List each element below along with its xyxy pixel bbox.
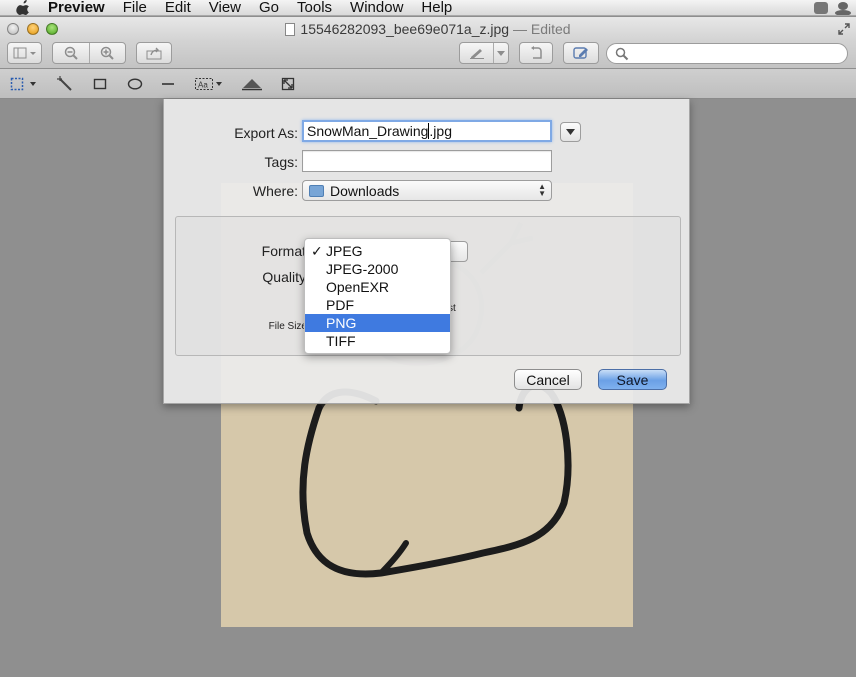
annotate-menu-segment[interactable] (493, 43, 508, 63)
window-title-bar: 15546282093_bee69e071a_z.jpg — Edited (0, 17, 856, 41)
format-option-label: PNG (326, 315, 357, 331)
document-title: 15546282093_bee69e071a_z.jpg — Edited (0, 21, 856, 37)
expand-dialog-button[interactable] (560, 122, 581, 142)
chevron-down-icon (566, 129, 575, 135)
zoom-in-icon (101, 46, 114, 60)
view-menu-button[interactable] (7, 42, 42, 64)
line-icon (162, 83, 174, 85)
format-option-label: JPEG-2000 (326, 261, 399, 277)
line-shape-button[interactable] (160, 76, 176, 92)
format-label: Format (261, 243, 306, 259)
menu-file[interactable]: File (114, 0, 156, 16)
rectangular-selection-icon (10, 77, 36, 91)
menu-edit[interactable]: Edit (156, 0, 200, 16)
fullscreen-icon[interactable] (838, 23, 850, 35)
zoom-out-button[interactable] (53, 43, 89, 63)
zoom-in-button[interactable] (88, 43, 126, 63)
sidebar-icon (13, 47, 36, 59)
save-button[interactable]: Save (598, 369, 667, 390)
folder-icon (309, 184, 324, 197)
document-filename: 15546282093_bee69e071a_z.jpg (300, 21, 510, 37)
menu-tools[interactable]: Tools (288, 0, 341, 16)
where-popup[interactable]: Downloads ▲ ▼ (302, 180, 552, 201)
format-option-label: JPEG (326, 243, 363, 259)
zoom-out-icon (64, 46, 78, 60)
format-option-jpeg-2000[interactable]: JPEG-2000 (305, 260, 450, 278)
adjust-color-button[interactable] (242, 76, 262, 92)
resize-icon (281, 77, 295, 91)
quality-label: Quality (262, 269, 306, 285)
format-option-png[interactable]: PNG (305, 314, 450, 332)
show-markup-toolbar-button[interactable] (563, 42, 599, 64)
cancel-button[interactable]: Cancel (514, 369, 582, 390)
adjust-size-button[interactable] (280, 76, 296, 92)
share-icon (146, 47, 162, 59)
format-option-jpeg[interactable]: ✓ JPEG (305, 242, 450, 260)
rotate-icon (531, 46, 542, 59)
user-icon[interactable] (834, 1, 852, 15)
rectangle-icon (93, 78, 107, 90)
menu-preview[interactable]: Preview (44, 0, 114, 16)
menu-help[interactable]: Help (412, 0, 461, 16)
tags-label: Tags: (264, 154, 298, 170)
oval-shape-button[interactable] (126, 76, 144, 92)
checkmark-icon: ✓ (311, 243, 323, 259)
toolbar (0, 41, 856, 68)
where-label: Where: (252, 183, 298, 199)
instant-alpha-button[interactable] (56, 76, 74, 92)
format-option-pdf[interactable]: PDF (305, 296, 450, 314)
search-icon (615, 47, 629, 61)
apple-icon (15, 0, 29, 15)
text-box-icon: Aa (195, 78, 222, 90)
zoom-controls (52, 42, 126, 64)
edit-toolbar-icon (573, 47, 588, 59)
document-icon[interactable] (285, 23, 296, 36)
text-tool-button[interactable]: Aa (194, 76, 226, 92)
markup-toolbar: Aa (0, 69, 856, 99)
oval-icon (127, 78, 143, 90)
where-value: Downloads (330, 182, 400, 199)
magic-wand-icon (57, 76, 72, 91)
format-menu: ✓ JPEG JPEG-2000 OpenEXR PDF PNG TIFF (304, 238, 451, 354)
status-menu-icon[interactable] (814, 2, 828, 14)
export-as-name: SnowMan_Drawing (307, 123, 429, 139)
export-as-label: Export As: (234, 125, 298, 141)
tags-field[interactable] (302, 150, 552, 172)
menu-go[interactable]: Go (250, 0, 288, 16)
menu-bar: Preview File Edit View Go Tools Window H… (0, 0, 856, 16)
search-field[interactable] (606, 43, 848, 64)
rotate-button[interactable] (519, 42, 553, 64)
annotate-button[interactable] (459, 42, 509, 64)
format-option-tiff[interactable]: TIFF (305, 332, 450, 350)
edited-indicator[interactable]: — Edited (513, 21, 571, 37)
file-size-label: File Size (268, 321, 307, 332)
format-option-label: TIFF (326, 333, 356, 349)
share-button[interactable] (136, 42, 172, 64)
chevron-down-icon (497, 50, 505, 56)
adjust-color-icon (242, 79, 262, 91)
menu-view[interactable]: View (200, 0, 250, 16)
selection-tool-button[interactable] (9, 76, 39, 92)
updown-arrows-icon: ▲ ▼ (538, 182, 546, 198)
rectangle-shape-button[interactable] (92, 76, 108, 92)
format-option-label: PDF (326, 297, 354, 313)
format-option-openexr[interactable]: OpenEXR (305, 278, 450, 296)
pen-icon (469, 49, 484, 59)
menu-window[interactable]: Window (341, 0, 412, 16)
annotate-pen-segment[interactable] (460, 43, 493, 63)
export-as-field[interactable]: SnowMan_Drawing.jpg (302, 120, 552, 142)
svg-text:Aa: Aa (198, 81, 208, 90)
apple-menu[interactable] (0, 0, 44, 15)
format-option-label: OpenEXR (326, 279, 390, 295)
export-as-extension: .jpg (429, 123, 452, 139)
